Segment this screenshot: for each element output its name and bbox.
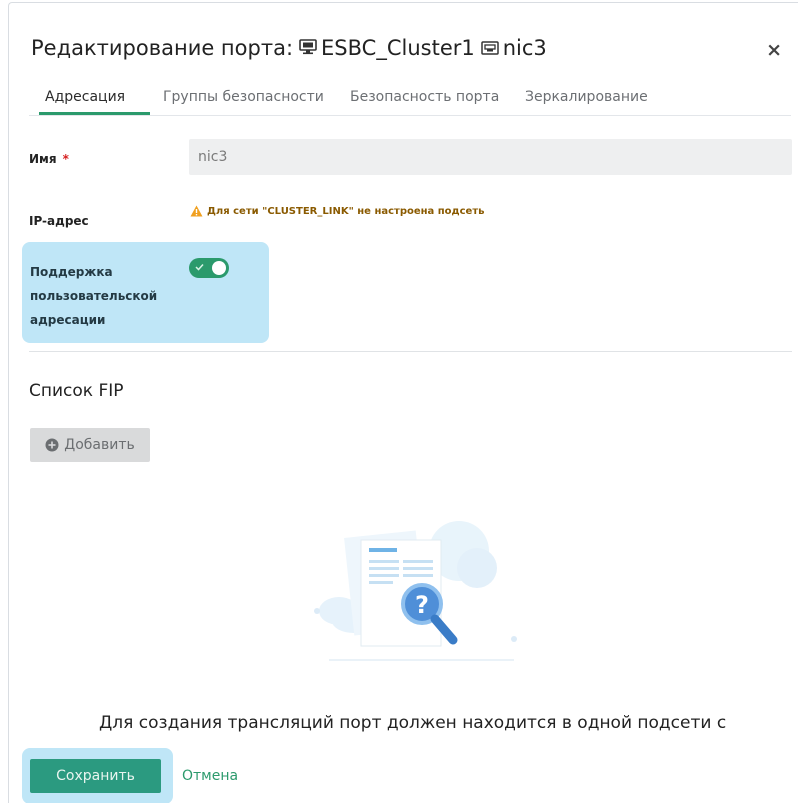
name-field[interactable]: nic3 [189, 139, 792, 175]
port-name: nic3 [502, 36, 547, 60]
dialog-title-prefix: Редактирование порта: [31, 36, 294, 60]
monitor-icon [299, 36, 317, 60]
save-button[interactable]: Сохранить [30, 759, 161, 793]
tab-mirroring[interactable]: Зеркалирование [525, 89, 648, 105]
ip-warning: Для сети "CLUSTER_LINK" не настроена под… [190, 205, 484, 217]
ip-label: IP-адрес [29, 214, 89, 228]
vm-name: ESBC_Cluster1 [321, 36, 475, 60]
svg-text:?: ? [415, 591, 429, 619]
dialog-title: Редактирование порта: ESBC_Cluster1 nic3 [31, 36, 547, 60]
section-divider [29, 351, 792, 352]
add-fip-button[interactable]: Добавить [30, 428, 150, 462]
edit-port-dialog: Редактирование порта: ESBC_Cluster1 nic3… [8, 2, 798, 803]
tab-port-security[interactable]: Безопасность порта [350, 89, 499, 105]
tab-bar: Адресация Группы безопасности Безопаснос… [29, 85, 791, 116]
fip-empty-message: Для создания трансляций порт должен нахо… [99, 713, 727, 733]
custom-addressing-toggle[interactable] [189, 258, 229, 278]
custom-addressing-label: Поддержка пользовательской адресации [30, 265, 158, 327]
ip-warning-text: Для сети "CLUSTER_LINK" не настроена под… [207, 205, 485, 217]
warning-icon [190, 205, 203, 217]
add-fip-label: Добавить [64, 437, 135, 453]
required-mark: * [62, 152, 69, 166]
empty-search-illustration: ? [309, 516, 529, 670]
toggle-knob [212, 261, 226, 275]
tab-security-groups[interactable]: Группы безопасности [163, 89, 324, 105]
cancel-link[interactable]: Отмена [182, 768, 238, 784]
name-label: Имя * [29, 152, 69, 166]
tab-addressing[interactable]: Адресация [45, 89, 125, 105]
network-port-icon [480, 36, 499, 60]
fip-list-title: Список FIP [29, 381, 124, 401]
close-icon[interactable]: × [766, 41, 782, 60]
plus-circle-icon [45, 438, 59, 452]
check-icon [195, 263, 204, 271]
active-tab-indicator [39, 112, 150, 115]
name-label-text: Имя [29, 152, 57, 166]
